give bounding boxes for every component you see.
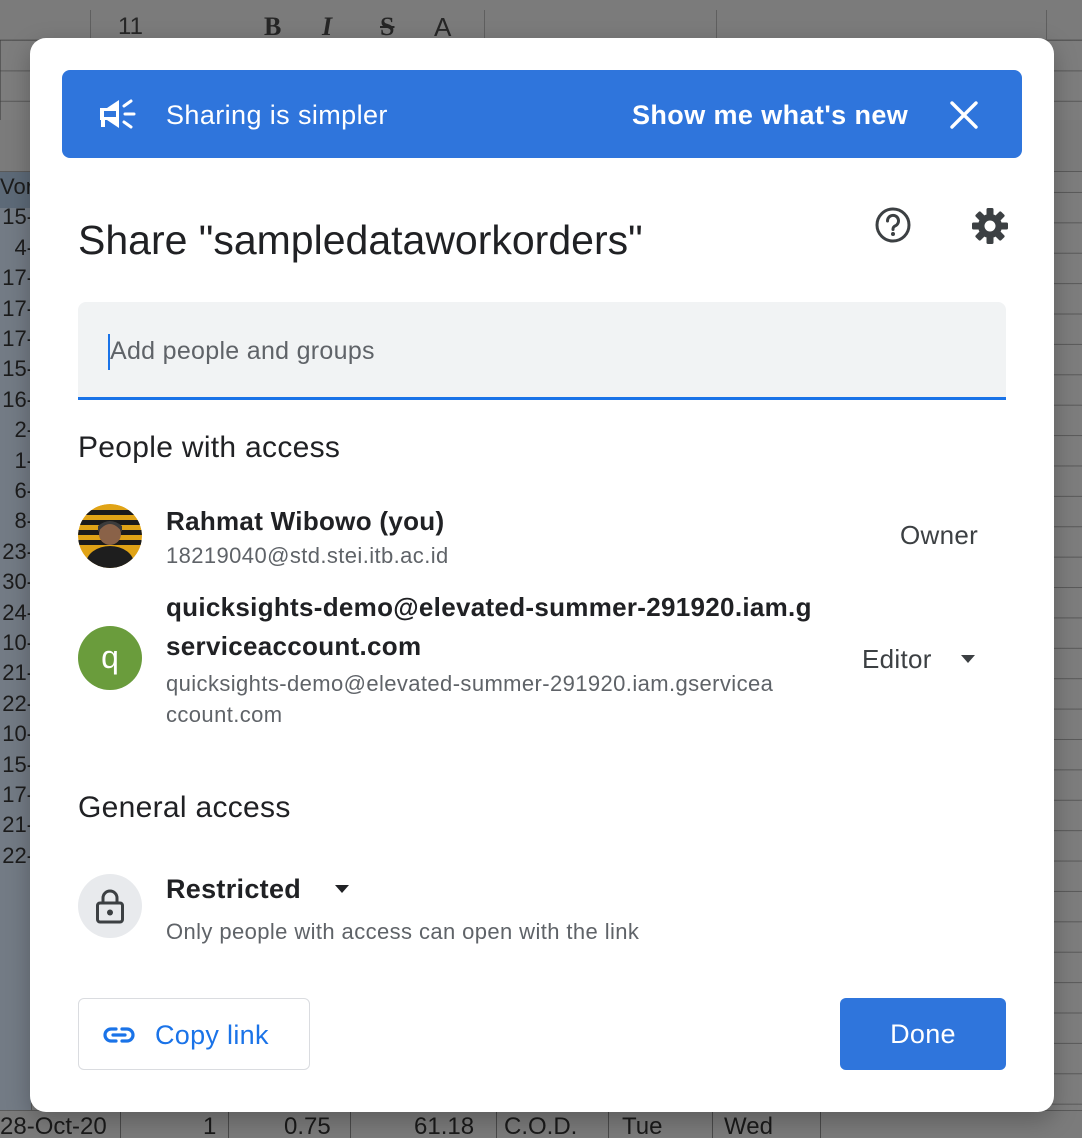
- editor-role-dropdown[interactable]: Editor: [862, 644, 976, 674]
- column-a-cell[interactable]: 10-: [0, 719, 34, 749]
- italic-button[interactable]: I: [322, 14, 332, 40]
- cell-day1[interactable]: Tue: [622, 1113, 662, 1138]
- banner-text: Sharing is simpler: [166, 100, 388, 130]
- add-people-input[interactable]: [110, 326, 970, 376]
- whats-new-banner: Sharing is simpler Show me what's new: [62, 70, 1022, 158]
- lock-icon: [96, 889, 124, 924]
- general-access-heading: General access: [78, 791, 291, 824]
- avatar-rahmat[interactable]: [78, 504, 142, 568]
- show-whats-new-link[interactable]: Show me what's new: [632, 100, 908, 130]
- column-a-cell[interactable]: 15-: [0, 354, 34, 384]
- add-people-field[interactable]: [78, 302, 1006, 400]
- column-a-cell[interactable]: 17-: [0, 324, 34, 354]
- general-access-description: Only people with access can open with th…: [166, 919, 640, 944]
- dropdown-arrow-icon: [334, 884, 349, 893]
- cell-amount[interactable]: 61.18: [414, 1113, 474, 1138]
- column-a-cell[interactable]: Vork: [0, 172, 34, 202]
- column-a-cell[interactable]: 1-: [0, 446, 34, 476]
- copy-link-button[interactable]: Copy link: [78, 998, 310, 1070]
- column-a-cell[interactable]: 16-: [0, 385, 34, 415]
- copy-link-label: Copy link: [155, 1020, 269, 1050]
- person-row-editor: q quicksights-demo@elevated-summer-29192…: [78, 588, 1006, 728]
- column-a-cell[interactable]: 8-: [0, 506, 34, 536]
- column-a-cell[interactable]: 21-: [0, 810, 34, 840]
- column-a-cell[interactable]: 22-: [0, 689, 34, 719]
- column-a-cell[interactable]: 30-: [0, 567, 34, 597]
- cell-date[interactable]: 28-Oct-20: [0, 1113, 107, 1138]
- column-a-cell[interactable]: 10-: [0, 628, 34, 658]
- cell-rate[interactable]: 0.75: [284, 1113, 331, 1138]
- avatar-q[interactable]: q: [78, 626, 142, 690]
- person-email: 18219040@std.stei.itb.ac.id: [166, 543, 449, 568]
- megaphone-icon: [100, 99, 136, 129]
- font-size-value[interactable]: 11: [118, 14, 143, 40]
- column-a-cell[interactable]: 2-: [0, 415, 34, 445]
- column-a-cell[interactable]: 17-: [0, 263, 34, 293]
- cell-payment[interactable]: C.O.D.: [504, 1113, 577, 1138]
- cell-day2[interactable]: Wed: [724, 1113, 773, 1138]
- dialog-title: Share "sampledataworkorders": [78, 217, 643, 263]
- general-access-mode: Restricted: [166, 874, 302, 904]
- column-a-cell[interactable]: 22-: [0, 841, 34, 871]
- done-button[interactable]: Done: [840, 998, 1006, 1070]
- cell-qty[interactable]: 1: [203, 1113, 216, 1138]
- share-dialog: Sharing is simpler Show me what's new Sh…: [30, 38, 1054, 1112]
- bold-button[interactable]: B: [264, 14, 281, 40]
- dropdown-arrow-icon: [961, 655, 976, 664]
- people-with-access-heading: People with access: [78, 431, 341, 464]
- strikethrough-button[interactable]: S: [380, 14, 394, 40]
- person-name-line1: quicksights-demo@elevated-summer-291920.…: [166, 592, 812, 622]
- column-a-cell[interactable]: 24-: [0, 598, 34, 628]
- column-a-cell[interactable]: 17-: [0, 780, 34, 810]
- text-color-button[interactable]: A: [434, 14, 451, 40]
- column-a-cell[interactable]: 23-: [0, 537, 34, 567]
- person-email-line1: quicksights-demo@elevated-summer-291920.…: [166, 671, 774, 696]
- person-name: Rahmat Wibowo (you): [166, 506, 445, 536]
- column-a-cell[interactable]: 17-: [0, 294, 34, 324]
- lock-icon-circle: [78, 874, 142, 938]
- column-a-cell[interactable]: 15-: [0, 202, 34, 232]
- person-email-line2: ccount.com: [166, 702, 283, 727]
- column-a-cell[interactable]: 4-: [0, 233, 34, 263]
- column-a-cell[interactable]: 21-: [0, 658, 34, 688]
- help-icon[interactable]: [874, 206, 912, 244]
- gear-icon[interactable]: [970, 206, 1010, 246]
- column-a-cell[interactable]: 15-: [0, 750, 34, 780]
- link-icon: [103, 1027, 135, 1043]
- close-icon[interactable]: [947, 98, 981, 132]
- person-row-owner: Rahmat Wibowo (you) 18219040@std.stei.it…: [78, 502, 1006, 572]
- owner-role-label: Owner: [900, 520, 979, 550]
- person-name-line2: serviceaccount.com: [166, 631, 422, 661]
- editor-role-label: Editor: [862, 644, 932, 674]
- general-access-dropdown[interactable]: Restricted: [166, 872, 349, 906]
- spreadsheet-toolbar: 11 B I S A: [0, 0, 1082, 40]
- spreadsheet-last-row: 28-Oct-20 1 0.75 61.18 C.O.D. Tue Wed: [0, 1110, 1082, 1138]
- column-a-cell[interactable]: 6-: [0, 476, 34, 506]
